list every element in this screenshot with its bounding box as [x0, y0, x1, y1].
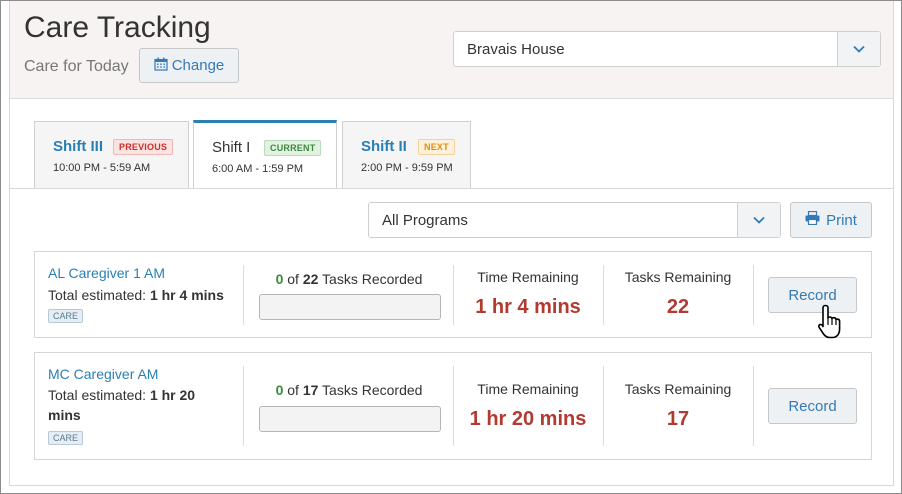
- recorded-count: 0: [275, 271, 284, 287]
- calendar-icon: [154, 57, 168, 75]
- chevron-down-icon[interactable]: [737, 203, 780, 237]
- page-title: Care Tracking: [24, 11, 211, 44]
- total-estimated: Total estimated: 1 hr 4 mins: [48, 285, 233, 305]
- previous-badge: PREVIOUS: [113, 139, 174, 155]
- care-tracking-panel: Care Tracking Care for Today Change Brav…: [9, 1, 894, 486]
- chevron-down-icon[interactable]: [837, 32, 880, 66]
- of-text: of: [287, 271, 299, 287]
- current-badge: CURRENT: [264, 140, 322, 156]
- print-button[interactable]: Print: [790, 202, 872, 238]
- tasks-progress-bar: [259, 406, 441, 432]
- tasks-recorded-label: Tasks Recorded: [322, 271, 423, 287]
- change-button-label: Change: [171, 57, 225, 74]
- panel-header: Care Tracking Care for Today Change Brav…: [10, 1, 893, 99]
- of-text: of: [287, 382, 299, 398]
- print-button-label: Print: [826, 211, 857, 229]
- total-estimated: Total estimated: 1 hr 20 mins: [48, 385, 218, 425]
- column-divider: [453, 366, 454, 446]
- page-subtitle: Care for Today: [24, 58, 129, 75]
- next-badge: NEXT: [418, 139, 455, 155]
- tasks-recorded-label: Tasks Recorded: [322, 382, 423, 398]
- record-button[interactable]: Record: [768, 388, 857, 424]
- care-tag: CARE: [48, 309, 84, 323]
- total-estimated-label: Total estimated:: [48, 287, 147, 303]
- tab-time: 2:00 PM - 9:59 PM: [361, 162, 453, 174]
- programs-select-value: All Programs: [382, 212, 468, 229]
- tabs-divider: [10, 188, 893, 189]
- tasks-remaining-value: 17: [666, 408, 690, 430]
- total-estimated-label: Total estimated:: [48, 387, 147, 403]
- total-count: 22: [302, 271, 319, 287]
- column-divider: [603, 366, 604, 446]
- time-remaining-value: 1 hr 4 mins: [475, 296, 581, 318]
- tab-name: Shift III: [53, 138, 103, 155]
- programs-select[interactable]: All Programs: [368, 202, 781, 238]
- tasks-recorded-text: 0 of 22 Tasks Recorded: [259, 271, 439, 287]
- record-button[interactable]: Record: [768, 277, 857, 313]
- house-select-value: Bravais House: [467, 41, 565, 58]
- tab-shift-2[interactable]: Shift II NEXT 2:00 PM - 9:59 PM: [342, 121, 471, 189]
- tasks-remaining-label: Tasks Remaining: [624, 269, 732, 285]
- time-remaining-label: Time Remaining: [477, 381, 579, 397]
- tab-time: 6:00 AM - 1:59 PM: [212, 163, 304, 175]
- column-divider: [753, 265, 754, 325]
- time-remaining-label: Time Remaining: [477, 269, 579, 285]
- column-divider: [753, 366, 754, 446]
- tab-name: Shift II: [361, 138, 407, 155]
- tasks-recorded-text: 0 of 17 Tasks Recorded: [259, 382, 439, 398]
- care-tag: CARE: [48, 431, 84, 445]
- tasks-progress-bar: [259, 294, 441, 320]
- caregiver-card: MC Caregiver AM Total estimated: 1 hr 20…: [34, 352, 872, 460]
- total-estimated-value: 1 hr 4 mins: [149, 287, 224, 303]
- printer-icon: [805, 210, 820, 229]
- change-date-button[interactable]: Change: [139, 48, 239, 83]
- recorded-count: 0: [275, 382, 284, 398]
- total-count: 17: [302, 382, 319, 398]
- caregiver-card: AL Caregiver 1 AM Total estimated: 1 hr …: [34, 251, 872, 338]
- tasks-remaining-value: 22: [666, 296, 690, 318]
- tasks-remaining-label: Tasks Remaining: [624, 381, 732, 397]
- tab-shift-3[interactable]: Shift III PREVIOUS 10:00 PM - 5:59 AM: [34, 121, 189, 189]
- tab-name: Shift I: [212, 139, 251, 156]
- column-divider: [243, 366, 244, 446]
- caregiver-name-link[interactable]: AL Caregiver 1 AM: [48, 265, 165, 281]
- hand-pointer-cursor-icon: [817, 303, 843, 346]
- house-select[interactable]: Bravais House: [453, 31, 881, 67]
- tab-shift-1[interactable]: Shift I CURRENT 6:00 AM - 1:59 PM: [193, 120, 337, 189]
- time-remaining-value: 1 hr 20 mins: [469, 408, 587, 430]
- tab-time: 10:00 PM - 5:59 AM: [53, 162, 151, 174]
- column-divider: [243, 265, 244, 325]
- window-frame: Care Tracking Care for Today Change Brav…: [0, 0, 902, 494]
- caregiver-name-link[interactable]: MC Caregiver AM: [48, 366, 158, 382]
